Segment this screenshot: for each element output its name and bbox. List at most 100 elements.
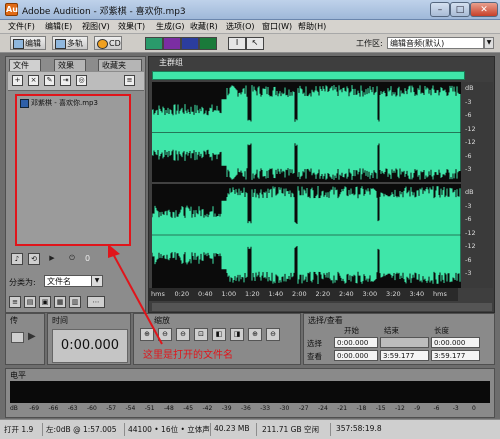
annotation-arrow	[108, 244, 163, 345]
level-tick-label: -12	[395, 405, 405, 412]
menu-options[interactable]: 选项(O)	[226, 21, 255, 32]
end-header: 结束	[384, 326, 399, 335]
multitrack-view-button[interactable]: 多轨	[52, 36, 88, 50]
status-remaining-time: 357:58:19.8	[336, 424, 382, 433]
chevron-down-icon[interactable]: ▼	[484, 37, 494, 49]
file-list-item[interactable]: 邓紫棋 - 喜欢你.mp3	[20, 98, 98, 108]
level-tick-label: -42	[202, 405, 213, 412]
spectral-display-icon[interactable]	[163, 37, 181, 50]
view-start-field[interactable]: 0:00.000	[334, 350, 378, 361]
show-loops-icon[interactable]: ▤	[24, 296, 36, 308]
show-midi-icon[interactable]: ▦	[54, 296, 66, 308]
stop-icon[interactable]	[11, 332, 24, 343]
maximize-button[interactable]: □	[450, 2, 470, 17]
menu-generate[interactable]: 生成(G)	[156, 21, 184, 32]
pan-display-icon[interactable]	[181, 37, 199, 50]
db-scale: dB -3 -6 -12 -12 -6 -3 dB -3 -6 -12 -12 -6 -3	[461, 82, 493, 288]
edit-view-button[interactable]: 编辑	[10, 36, 46, 50]
menu-edit[interactable]: 编辑(E)	[45, 21, 72, 32]
main-group-tab[interactable]: 主群组	[153, 58, 183, 69]
level-tick-label: -6	[433, 405, 440, 412]
level-tick-label: -45	[183, 405, 194, 412]
file-list: 邓紫棋 - 喜欢你.mp3	[15, 94, 131, 246]
db-tick-label: dB	[465, 84, 474, 92]
phase-display-icon[interactable]	[199, 37, 217, 50]
play-icon[interactable]: ▶	[46, 253, 58, 265]
workspace-dropdown[interactable]: 编辑音频(默认)	[387, 37, 484, 49]
db-tick-label: -3	[465, 269, 472, 277]
level-tick-label: -24	[318, 405, 328, 412]
selection-start-field[interactable]: 0:00.000	[334, 337, 378, 348]
db-tick-label: -3	[465, 97, 472, 106]
show-video-icon[interactable]: ▣	[39, 296, 51, 308]
speaker-icon[interactable]: ♪	[11, 253, 23, 265]
db-tick-label: -6	[465, 255, 472, 264]
zoom-out-vertical-icon[interactable]: ⊖	[266, 328, 280, 341]
audio-file-icon	[20, 98, 29, 108]
view-end-field[interactable]: 3:59.177	[380, 350, 429, 361]
insert-cd-icon[interactable]: ◎	[76, 75, 87, 86]
selection-end-field[interactable]	[380, 337, 429, 348]
show-sessions-icon[interactable]: ▥	[69, 296, 81, 308]
zoom-to-selection-icon[interactable]: ⊡	[194, 328, 208, 341]
level-tick-label: -15	[375, 405, 386, 412]
files-toolbar: + × ✎ ⇥ ◎ ≡	[8, 72, 144, 91]
menu-effects[interactable]: 效果(T)	[118, 21, 145, 32]
text-cursor-tool-icon[interactable]: I	[228, 37, 246, 50]
level-panel-title: 电平	[10, 371, 26, 380]
horizontal-scrollbar[interactable]	[152, 303, 492, 311]
db-tick-label: -12	[465, 242, 476, 250]
main-toolbar: 编辑 多轨 CD I ↖ 工作区: 编辑音频(默认) ▼	[0, 34, 500, 53]
level-scale: dB -69 -66 -63 -60 -57 -54 -51 -48 -45 -42 -39 -36 -3…	[10, 405, 490, 415]
loop-icon[interactable]: ⟲	[28, 253, 40, 265]
show-audio-icon[interactable]: ≡	[9, 296, 21, 308]
preview-counter: 0	[85, 254, 91, 263]
insert-multitrack-icon[interactable]: ⇥	[60, 75, 71, 86]
level-tick-label: -69	[29, 405, 40, 412]
db-tick-label: dB	[465, 188, 474, 196]
db-tick-label: -6	[465, 215, 472, 223]
level-tick-label: -21	[337, 405, 348, 412]
cd-view-button[interactable]: CD	[94, 36, 122, 50]
menu-help[interactable]: 帮助(H)	[298, 21, 326, 32]
panel-options-icon[interactable]: ≡	[124, 75, 135, 86]
selection-view-panel: 选择/查看 开始 结束 长度 选择 0:00.000 0:00.000 查看 0…	[303, 313, 495, 365]
view-row-label: 查看	[307, 352, 322, 361]
play-transport-icon[interactable]: ▶	[28, 331, 36, 342]
zoom-right-edge-icon[interactable]: ◨	[230, 328, 244, 341]
menu-favorites[interactable]: 收藏(R)	[190, 21, 218, 32]
selection-tool-icon[interactable]: ↖	[246, 37, 264, 50]
autoplay-icon[interactable]: ⏻	[66, 253, 78, 265]
menu-bar: 文件(F) 编辑(E) 视图(V) 效果(T) 生成(G) 收藏(R) 选项(O…	[0, 20, 500, 34]
level-meter-panel: 电平 dB -69 -66 -63 -60 -57 -54 -51 -48 -45 -42 -39 -3…	[5, 368, 495, 418]
menu-window[interactable]: 窗口(W)	[262, 21, 292, 32]
close-button[interactable]: ✕	[470, 2, 498, 17]
level-tick-label: -27	[298, 405, 309, 412]
zoom-out-full-icon[interactable]: ⊖	[176, 328, 190, 341]
menu-view[interactable]: 视图(V)	[82, 21, 110, 32]
close-file-icon[interactable]: ×	[28, 75, 39, 86]
waveform-display-icon[interactable]	[145, 37, 163, 50]
selection-row-label: 选择	[307, 339, 322, 348]
time-tick-label: 3:40	[409, 290, 425, 298]
time-panel-title: 时间	[52, 316, 68, 325]
selection-length-field[interactable]: 0:00.000	[431, 337, 480, 348]
view-length-field[interactable]: 3:59.177	[431, 350, 480, 361]
level-tick-label: -39	[221, 405, 232, 412]
zoom-in-vertical-icon[interactable]: ⊕	[248, 328, 262, 341]
main-group-panel: 主群组 hms 0:20 0:40 1:00 1:20 1:40 2:00 2:20 2:40 3…	[148, 56, 495, 313]
menu-file[interactable]: 文件(F)	[8, 21, 35, 32]
minimize-button[interactable]: –	[430, 2, 450, 17]
import-file-icon[interactable]: +	[12, 75, 23, 86]
time-tick-label: 0:20	[174, 290, 190, 298]
tab-effects[interactable]: 效果	[54, 59, 86, 71]
time-tick-label: 1:20	[245, 290, 260, 298]
zoom-left-edge-icon[interactable]: ◧	[212, 328, 226, 341]
level-meter	[10, 381, 490, 403]
edit-file-icon[interactable]: ✎	[44, 75, 55, 86]
waveform-display[interactable]	[152, 82, 461, 288]
overview-bar[interactable]	[152, 71, 465, 80]
tab-favorites[interactable]: 收藏夹	[98, 59, 142, 71]
level-tick-label: -18	[356, 405, 367, 412]
tab-files[interactable]: 文件	[9, 59, 41, 71]
